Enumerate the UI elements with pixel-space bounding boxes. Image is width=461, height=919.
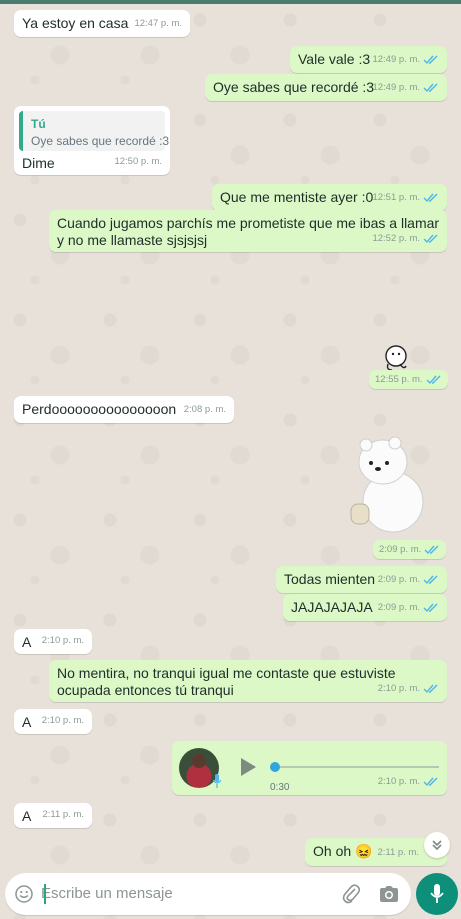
voice-duration: 0:30 <box>270 782 290 793</box>
message-outgoing[interactable]: Que me mentiste ayer :0 12:51 p. m. <box>212 184 447 211</box>
sticker-time-badge: 2:09 p. m. <box>373 540 447 559</box>
sticker-image[interactable] <box>345 430 430 535</box>
voice-progress-handle[interactable] <box>270 762 280 772</box>
message-time: 12:55 p. m. <box>369 370 448 389</box>
message-incoming[interactable]: Ya estoy en casa 12:47 p. m. <box>14 10 190 37</box>
message-time: 2:10 p. m. <box>378 773 439 790</box>
message-time: 2:08 p. m. <box>183 404 226 415</box>
message-text: Que me mentiste ayer :0 <box>220 189 374 205</box>
message-text: Ya estoy en casa <box>22 15 129 31</box>
emoji-icon[interactable] <box>15 885 33 903</box>
message-outgoing[interactable]: No mentira, no tranqui igual me contaste… <box>49 660 447 702</box>
message-incoming[interactable]: A 2:10 p. m. <box>14 709 92 734</box>
chevron-down-icon <box>432 840 442 851</box>
message-incoming[interactable]: A 2:11 p. m. <box>14 803 92 828</box>
message-time: 12:52 p. m. <box>372 230 439 247</box>
message-incoming[interactable]: A 2:10 p. m. <box>14 629 92 654</box>
message-text: A <box>22 808 32 824</box>
play-icon[interactable] <box>239 757 257 777</box>
message-outgoing[interactable]: JAJAJAJAJA 2:09 p. m. <box>283 594 447 621</box>
read-ticks-icon <box>426 375 441 384</box>
message-incoming-reply[interactable]: Tú Oye sabes que recordé :3 Dime 12:50 p… <box>14 106 170 175</box>
message-composer[interactable]: Escribe un mensaje <box>5 873 411 915</box>
message-time: 2:09 p. m. <box>378 599 439 616</box>
message-time: 2:09 p. m. <box>378 571 439 588</box>
message-text-line2: ocupada entonces tú tranqui <box>57 682 234 698</box>
message-time: 12:47 p. m. <box>134 18 182 29</box>
microphone-icon <box>213 774 221 788</box>
message-input[interactable]: Escribe un mensaje <box>41 885 173 902</box>
quote-text: Oye sabes que recordé :3 <box>31 134 170 148</box>
message-text-line2: y no me llamaste sjsjsjsj <box>57 232 208 248</box>
sticker-image[interactable] <box>380 342 410 372</box>
message-time: 2:10 p. m. <box>378 680 439 697</box>
message-outgoing[interactable]: Todas mienten 2:09 p. m. <box>276 566 447 593</box>
voice-progress-track[interactable] <box>274 766 439 768</box>
emoji: 😖 <box>355 843 373 859</box>
read-ticks-icon <box>423 575 438 584</box>
message-time: 12:51 p. m. <box>372 189 439 206</box>
message-text-line1: No mentira, no tranqui igual me contaste… <box>57 665 396 681</box>
message-text: A <box>22 634 32 650</box>
read-ticks-icon <box>423 55 438 64</box>
camera-icon[interactable] <box>379 885 399 903</box>
message-text: A <box>22 714 32 730</box>
message-text: Perdooooooooooooooon <box>22 401 177 417</box>
message-time: 2:11 p. m. <box>42 809 84 820</box>
message-text: Oye sabes que recordé :3 <box>213 79 375 95</box>
read-ticks-icon <box>423 83 438 92</box>
message-time: 12:49 p. m. <box>372 79 439 96</box>
message-incoming[interactable]: Perdooooooooooooooon 2:08 p. m. <box>14 396 234 423</box>
voice-message[interactable]: 0:30 2:10 p. m. <box>172 741 447 795</box>
message-text: Todas mienten <box>284 571 376 587</box>
message-text: Dime <box>22 155 55 171</box>
voice-record-button[interactable] <box>416 873 458 915</box>
message-time: 2:10 p. m. <box>41 635 84 646</box>
message-text: Vale vale :3 <box>298 51 371 67</box>
read-ticks-icon <box>423 193 438 202</box>
read-ticks-icon <box>424 545 439 554</box>
message-time: 12:50 p. m. <box>114 156 162 167</box>
message-outgoing[interactable]: Cuando jugamos parchís me prometiste que… <box>49 210 447 252</box>
read-ticks-icon <box>423 603 438 612</box>
read-ticks-icon <box>423 684 438 693</box>
read-ticks-icon <box>423 234 438 243</box>
sticker-time-badge: 12:55 p. m. <box>369 370 448 389</box>
message-text: Oh oh 😖 <box>313 843 373 859</box>
message-text: JAJAJAJAJA <box>291 599 373 615</box>
top-bar-edge <box>0 0 461 4</box>
message-time: 2:11 p. m. <box>377 847 419 858</box>
message-time: 2:10 p. m. <box>41 715 84 726</box>
message-outgoing[interactable]: Vale vale :3 12:49 p. m. <box>290 46 447 73</box>
message-time: 12:49 p. m. <box>372 51 439 68</box>
message-time: 2:09 p. m. <box>373 540 446 559</box>
read-ticks-icon <box>423 777 438 786</box>
scroll-to-bottom-button[interactable] <box>424 832 450 858</box>
quoted-message[interactable]: Tú Oye sabes que recordé :3 <box>19 111 169 151</box>
paperclip-icon[interactable] <box>341 883 361 905</box>
message-outgoing[interactable]: Oye sabes que recordé :3 12:49 p. m. <box>205 74 447 101</box>
microphone-icon <box>430 884 444 903</box>
text-cursor <box>44 884 46 904</box>
quote-author: Tú <box>31 117 46 131</box>
